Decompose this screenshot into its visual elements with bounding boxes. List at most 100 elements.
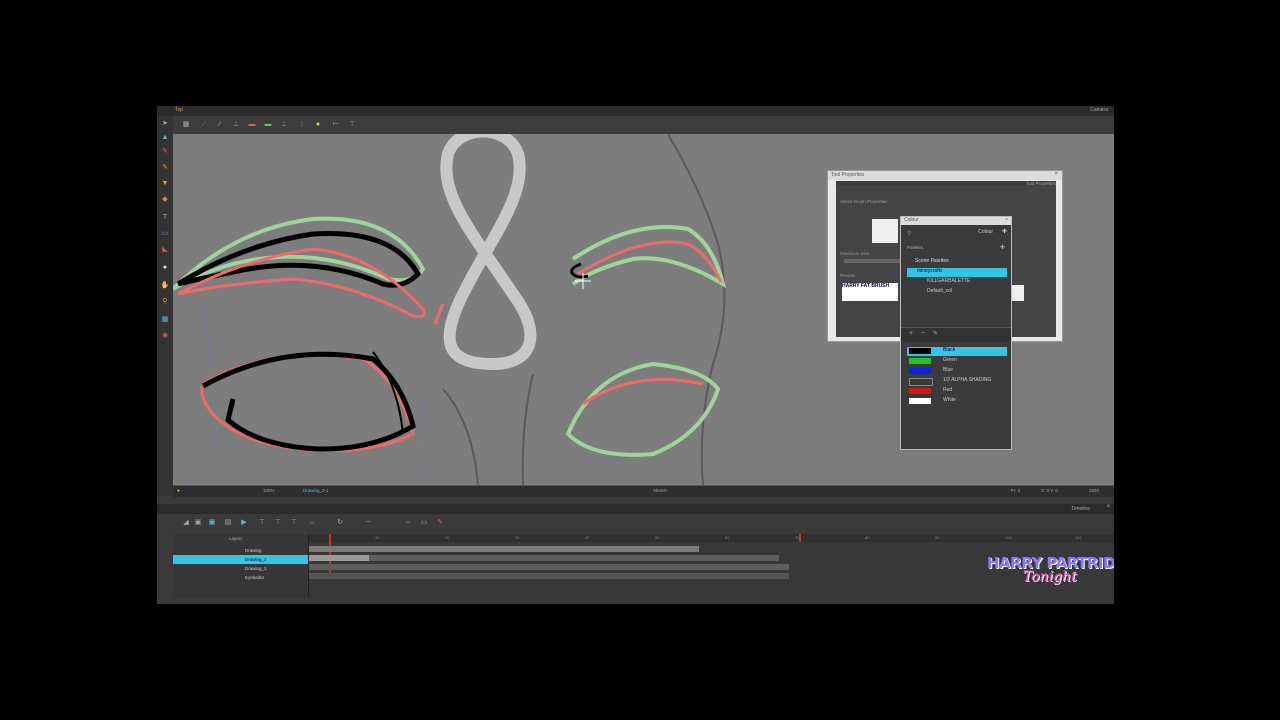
pencil-tool-icon[interactable]: ✎ (160, 164, 170, 172)
paint-bucket-icon[interactable]: ◉ (160, 332, 170, 340)
onion-skin-icon[interactable]: ◢ (181, 519, 191, 527)
colour-swatch-alpha-shading[interactable]: 1/2 ALPHA SHADING (907, 377, 1007, 386)
red-onion-icon[interactable]: ▬ (247, 121, 257, 129)
guide-blue-line (202, 293, 219, 455)
brush-preset-item[interactable]: HARRY FAT BRUSH (842, 283, 898, 301)
maximum-size-slider[interactable] (844, 259, 900, 263)
step-icon[interactable]: ⊤ (257, 519, 267, 527)
tool-properties-title: Tool Properties (831, 172, 865, 178)
layer-row[interactable]: Eyeballs1 (173, 573, 308, 582)
palette-item-mineycrafts[interactable]: mineycrafts (907, 268, 1007, 277)
frame-row-empty[interactable] (369, 555, 779, 561)
light-table-icon[interactable]: ⊥ (279, 121, 289, 129)
maximum-size-label: Maximum Size (840, 251, 870, 256)
timeline-toolbar: ◢ ▣ ▣ ▤ ▶ ⊤ ⊤ ⊤ ↔ ↻ ~ ⇔ ▭ ✎ (173, 514, 1114, 534)
swatch-chip (909, 368, 931, 374)
brush-icon[interactable]: ⁄ (199, 121, 209, 129)
brush-tool-icon[interactable]: ✎ (160, 148, 170, 156)
palette-item-killgarbalette[interactable]: KILLGARBALETTE (907, 278, 1007, 287)
flip-vertical-icon[interactable]: ⊤ (347, 121, 357, 129)
close-icon[interactable]: × (1054, 171, 1058, 177)
frame-row[interactable] (309, 546, 699, 552)
loop-icon[interactable]: ↻ (335, 519, 345, 527)
frame-row-selected[interactable] (309, 555, 369, 561)
colour-tab-bar: ⚲ Colour ✚ (901, 226, 1011, 240)
pencil-icon[interactable]: ⁄ (215, 121, 225, 129)
arrow-icon[interactable]: ↔ (307, 519, 317, 527)
colour-swatch-green[interactable]: Green (907, 357, 1007, 366)
layer-row[interactable]: Drawing (173, 546, 308, 555)
eraser-tool-icon[interactable]: ◆ (160, 196, 170, 204)
grid-tool-icon[interactable]: ▦ (160, 316, 170, 324)
layers-panel: Layers Drawing Drawing_2 Drawing_3 Eyeba… (173, 534, 309, 598)
edit-colour-icon[interactable]: ✎ (933, 330, 938, 337)
guide-blue-line-2 (418, 388, 429, 486)
timeline-header: Timeline × (157, 504, 1114, 514)
end-marker[interactable] (799, 534, 801, 542)
colour-swatch-red[interactable]: Red (907, 387, 1007, 396)
camera-tab[interactable]: Top (175, 107, 183, 113)
close-icon[interactable]: × (1005, 217, 1008, 223)
grid-icon[interactable]: ▦ (181, 121, 191, 129)
frame-row[interactable] (309, 564, 789, 570)
frame-readout: Fr: 3 (1011, 488, 1021, 493)
transform-tool-icon[interactable]: ⚲ (160, 298, 170, 306)
layer-row[interactable]: Drawing_3 (173, 564, 308, 573)
swatch-chip (909, 398, 931, 404)
figure-eight-stroke (440, 125, 537, 371)
delete-layer-icon[interactable]: ▤ (223, 519, 233, 527)
brush-preview[interactable] (872, 219, 898, 243)
remove-colour-icon[interactable]: − (921, 330, 925, 337)
tools-toolbar: ➤ ▲ ✎ ✎ ▼ ◆ T ▭ ◣ ● ✋ ⚲ ▦ ◉ (157, 116, 174, 496)
flip-horizontal-icon[interactable]: ⊢ (331, 121, 341, 129)
left-brow-red-tail (433, 303, 445, 325)
timeline-play-icon[interactable]: ▶ (239, 519, 249, 527)
preset-scrollbar[interactable] (1012, 285, 1024, 301)
select-tool-icon[interactable]: ➤ (160, 120, 170, 128)
camera-status-bar: ● 100% Drawing_2-1 Sketch Fr: 3 X: 0 Y: … (173, 485, 1114, 497)
add-drawing-icon[interactable]: ▣ (207, 519, 217, 527)
hand-tool-icon[interactable]: ✋ (160, 282, 170, 290)
colour-tab[interactable]: Colour (978, 229, 993, 235)
layers-header: Layers (229, 536, 243, 541)
size-readout: 1920 (1089, 488, 1100, 493)
ease-icon[interactable]: ~ (363, 519, 373, 527)
paint-tool-icon[interactable]: ◣ (160, 246, 170, 254)
status-center-label: Sketch (653, 488, 667, 493)
rectangle-tool-icon[interactable]: ▭ (160, 230, 170, 238)
frame-ruler[interactable]: 10 20 30 40 50 60 70 80 90 100 110 (309, 534, 1114, 542)
close-icon[interactable]: × (1106, 504, 1110, 510)
search-icon[interactable]: ⚲ (907, 230, 911, 237)
colour-swatch-black[interactable]: Black (907, 347, 1007, 356)
sync-icon[interactable]: ⇔ (403, 519, 413, 527)
colour-titlebar[interactable]: Colour × (901, 217, 1011, 225)
line-tool-icon[interactable]: T (160, 214, 170, 222)
palette-item-default[interactable]: Default_col (907, 288, 1007, 297)
green-onion-icon[interactable]: ▬ (263, 121, 273, 129)
colour-swatch-white[interactable]: White (907, 397, 1007, 406)
colour-swatch-toolbar: + − ✎ (901, 327, 1011, 342)
drawing-name: Drawing_2-1 (303, 488, 329, 493)
tool-properties-titlebar[interactable]: Tool Properties × (828, 171, 1062, 180)
stamp-icon[interactable]: ⊥ (231, 121, 241, 129)
separator-icon: ⋮ (298, 121, 306, 128)
colour-swatch-blue[interactable]: Blue (907, 367, 1007, 376)
bulb-icon[interactable]: ● (313, 121, 323, 129)
key-icon[interactable]: ⊤ (273, 519, 283, 527)
zoom-level[interactable]: 100% (263, 488, 275, 493)
frame-row[interactable] (309, 573, 789, 579)
colour-panel: Colour × ⚲ Colour ✚ Palettes ✚ Scene Pal… (900, 216, 1012, 450)
add-colour-icon[interactable]: + (909, 330, 913, 337)
rectangle-icon[interactable]: ▭ (419, 519, 429, 527)
frame-icon[interactable]: ⊤ (289, 519, 299, 527)
lightbulb-icon[interactable]: ● (177, 488, 180, 493)
layer-row-selected[interactable]: Drawing_2 (173, 555, 308, 564)
add-tab-icon[interactable]: ✚ (1002, 228, 1007, 235)
nose-side-stroke (442, 388, 479, 486)
add-layer-icon[interactable]: ▣ (193, 519, 203, 527)
text-tool-icon[interactable]: ▼ (160, 180, 170, 188)
add-palette-icon[interactable]: ✚ (1000, 244, 1005, 251)
draw-icon[interactable]: ✎ (435, 519, 445, 527)
dropper-tool-icon[interactable]: ● (160, 264, 170, 272)
contour-tool-icon[interactable]: ▲ (160, 134, 170, 142)
